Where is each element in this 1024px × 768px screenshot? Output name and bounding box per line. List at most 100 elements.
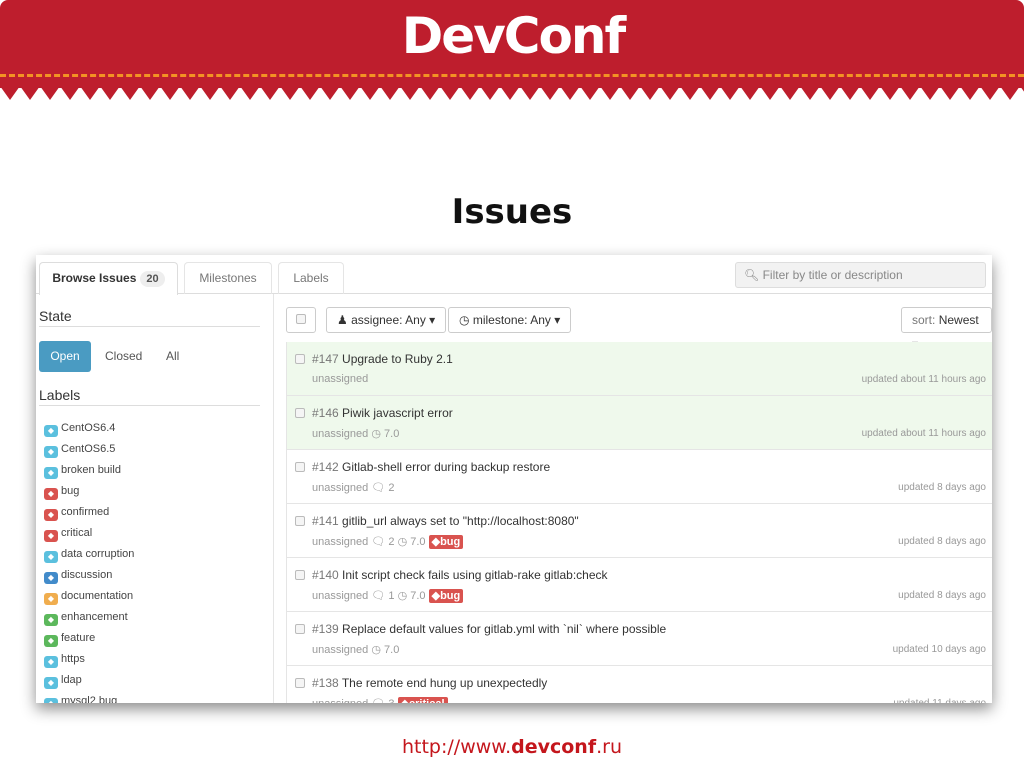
state-open-button[interactable]: Open [39,341,91,372]
issue-checkbox[interactable] [295,624,305,634]
tag-icon: ◆ [401,698,409,703]
issue-title-link[interactable]: Piwik javascript error [342,406,453,420]
issue-checkbox[interactable] [295,408,305,418]
tab-bar: Browse Issues 20 Milestones Labels 🔍︎ Fil… [36,255,992,295]
tag-icon: ◆ [44,593,58,605]
sidebar-label-item[interactable]: ◆ bug [44,484,80,500]
label-name: documentation [61,590,134,602]
issue-title-link[interactable]: Gitlab-shell error during backup restore [342,460,550,474]
tag-icon: ◆ [44,467,58,479]
tag-icon: ◆ [44,698,58,703]
checkbox-icon [296,314,306,324]
issue-meta: unassigned ◷ 7.0 [312,427,399,440]
comment-icon: 🗨︎ [371,482,386,494]
issue-checkbox[interactable] [295,678,305,688]
issue-tag[interactable]: ◆bug [428,535,464,549]
label-name: discussion [61,569,113,581]
issue-number: #147 [312,352,339,366]
issue-title-line: #138 The remote end hung up unexpectedly [312,676,547,690]
issue-assignee: unassigned [312,698,368,703]
sidebar-label-item[interactable]: ◆ data corruption [44,547,134,563]
state-heading: State [39,308,260,327]
tab-browse-issues[interactable]: Browse Issues 20 [39,262,178,295]
sidebar-label-item[interactable]: ◆mysql2 bug [44,694,117,703]
issue-title-link[interactable]: Init script check fails using gitlab-rak… [342,568,607,582]
issue-tag[interactable]: ◆bug [428,589,464,603]
issue-title-link[interactable]: The remote end hung up unexpectedly [342,676,547,690]
sidebar-label-item[interactable]: ◆ enhancement [44,610,128,626]
issue-title-link[interactable]: Upgrade to Ruby 2.1 [342,352,453,366]
clock-icon: ◷ [397,590,408,602]
comment-icon: 🗨︎ [371,590,386,602]
issue-checkbox[interactable] [295,570,305,580]
issue-row[interactable]: #139 Replace default values for gitlab.y… [286,612,992,666]
footer-bold: devconf [511,736,597,758]
tab-milestones[interactable]: Milestones [184,262,272,294]
issue-row[interactable]: #142 Gitlab-shell error during backup re… [286,450,992,504]
issue-checkbox[interactable] [295,462,305,472]
issue-assignee: unassigned [312,590,369,602]
issue-checkbox[interactable] [295,516,305,526]
issue-updated: updated 8 days ago [898,536,986,547]
issue-meta: unassigned 🗨︎ 1 ◷ 7.0 ◆bug [312,589,464,603]
issue-title-link[interactable]: Replace default values for gitlab.yml wi… [342,622,666,636]
sort-dropdown[interactable]: sort: Newest ▾ [901,307,992,351]
issue-milestone: 7.0 [384,644,400,656]
label-name: CentOS6.4 [61,422,116,434]
sidebar-label-item[interactable]: ◆ CentOS6.4 [44,421,116,437]
issue-title-link[interactable]: gitlib_url always set to "http://localho… [342,514,579,528]
issue-meta: unassigned 🗨︎ 2 ◷ 7.0 ◆bug [312,535,464,549]
issue-row[interactable]: #147 Upgrade to Ruby 2.1 unassigned update… [286,342,992,396]
issue-comments: 2 [388,536,395,548]
tag-icon: ◆ [44,656,58,668]
issue-tag[interactable]: ◆critical [397,697,448,703]
tag-icon: ◆ [44,572,58,584]
sidebar-label-item[interactable]: ◆ documentation [44,589,134,605]
issue-number: #139 [312,622,339,636]
assignee-filter-dropdown[interactable]: ♟ assignee: Any ▾ [326,307,447,333]
state-closed-link[interactable]: Closed [105,341,142,372]
sidebar-label-item[interactable]: ◆ CentOS6.5 [44,442,115,458]
issue-number: #146 [312,406,339,420]
issue-checkbox[interactable] [295,354,305,364]
issue-row[interactable]: #146 Piwik javascript error unassigned ◷ … [286,396,992,450]
label-name: bug [61,485,80,497]
gitlab-issues-screenshot: Browse Issues 20 Milestones Labels 🔍︎ Fil… [36,255,992,703]
filter-input[interactable]: 🔍︎ Filter by title or description [735,262,986,288]
sort-prefix: sort: [912,313,936,327]
sidebar-label-item[interactable]: ◆ discussion [44,568,113,584]
tag-label: bug [440,536,461,548]
select-all-checkbox[interactable] [286,307,316,333]
caret-down-icon: ▾ [554,313,561,327]
issue-row[interactable]: #140 Init script check fails using gitla… [286,558,992,612]
tag-icon: ◆ [44,614,58,626]
state-all-link[interactable]: All [166,341,179,372]
issue-assignee: unassigned [312,482,369,494]
sidebar-label-item[interactable]: ◆ confirmed [44,505,109,521]
milestone-label: milestone: Any [472,313,551,327]
issue-row[interactable]: #138 The remote end hung up unexpectedly… [286,666,992,703]
issue-assignee: unassigned [312,373,369,385]
footer-url[interactable]: http://www.devconf.ru [0,736,1024,758]
issue-title-line: #142 Gitlab-shell error during backup re… [312,460,550,474]
issue-row[interactable]: #141 gitlib_url always set to "http://lo… [286,504,992,558]
issue-number: #140 [312,568,339,582]
user-icon: ♟ [337,313,348,327]
tag-icon: ◆ [44,509,58,521]
sidebar-label-item[interactable]: ◆ broken build [44,463,121,479]
tag-label: critical [409,698,444,703]
tab-labels[interactable]: Labels [278,262,344,294]
sidebar-label-item[interactable]: ◆ critical [44,526,92,542]
issue-meta: unassigned 🗨︎ 2 [312,481,395,494]
footer-suffix: .ru [596,736,622,758]
sidebar-label-item[interactable]: ◆ feature [44,631,95,647]
label-name: enhancement [61,611,128,623]
issue-title-line: #146 Piwik javascript error [312,406,453,420]
sort-value: Newest [938,313,979,327]
tab-label: Browse Issues [52,271,137,285]
column-divider [273,294,274,703]
comment-icon: 🗨︎ [371,536,386,548]
sidebar-label-item[interactable]: ◆ ldap [44,673,82,689]
sidebar-label-item[interactable]: ◆ https [44,652,85,668]
milestone-filter-dropdown[interactable]: ◷ milestone: Any ▾ [448,307,572,333]
